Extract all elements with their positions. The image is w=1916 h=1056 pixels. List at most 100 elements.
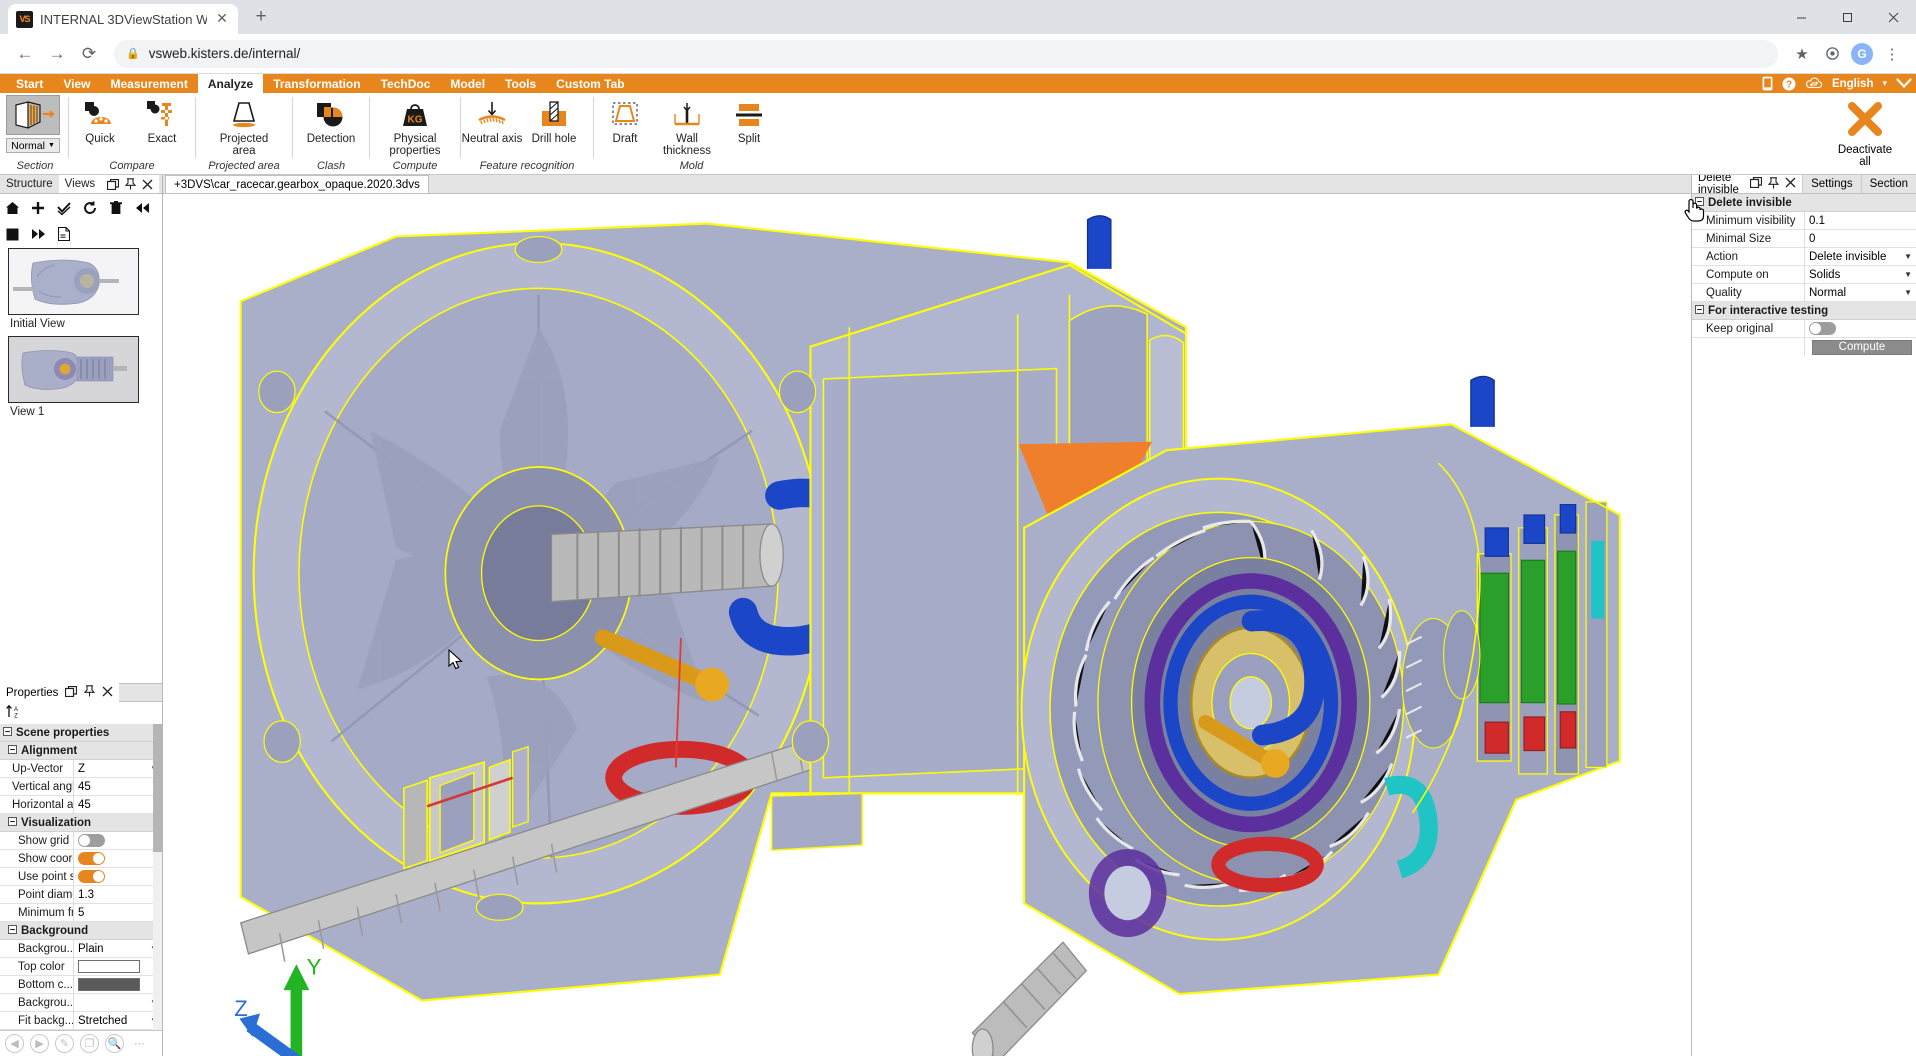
prop-group-visualization[interactable]: Visualization	[0, 814, 162, 832]
prop-row-action[interactable]: Action Delete invisible ▼	[1692, 247, 1916, 266]
refresh-icon[interactable]	[82, 200, 98, 216]
prop-value-select[interactable]: Delete invisible ▼	[1804, 247, 1916, 266]
float-icon[interactable]	[65, 685, 78, 700]
properties-title-tab[interactable]: Properties	[0, 683, 120, 702]
prop-row-keep-original[interactable]: Keep original	[1692, 319, 1916, 338]
new-tab-button[interactable]: +	[248, 4, 274, 30]
ribbon-tab-tools[interactable]: Tools	[495, 74, 546, 93]
close-icon[interactable]: ✕	[214, 11, 230, 27]
detection-button[interactable]: Detection	[300, 93, 362, 160]
zoom-icon[interactable]: 🔍	[105, 1034, 124, 1053]
prop-row-minimum-visibility[interactable]: Minimum visibility 0.1	[1692, 211, 1916, 230]
physical-properties-button[interactable]: KG Physical properties	[384, 93, 446, 160]
view-thumbnail-initial[interactable]	[8, 248, 139, 315]
sort-az-icon[interactable]: AZ	[5, 704, 21, 722]
prop-row-minimum-framerate[interactable]: Minimum fr... 5	[0, 903, 162, 922]
neutral-axis-button[interactable]: Neutral axis	[461, 93, 523, 160]
ribbon-tab-custom[interactable]: Custom Tab	[546, 74, 634, 93]
ribbon-tab-model[interactable]: Model	[440, 74, 495, 93]
scrollbar-thumb[interactable]	[153, 724, 162, 852]
collapse-icon[interactable]	[3, 726, 12, 739]
ribbon-tab-view[interactable]: View	[53, 74, 100, 93]
collapse-icon[interactable]	[8, 924, 17, 937]
copy-icon[interactable]: ❐	[80, 1034, 99, 1053]
back-button[interactable]: ←	[10, 39, 40, 69]
prev-icon[interactable]: ◀	[5, 1034, 24, 1053]
show-grid-toggle[interactable]	[78, 834, 105, 847]
close-icon[interactable]	[102, 686, 113, 700]
document-tab[interactable]: +3DVS\car_racecar.gearbox_opaque.2020.3d…	[165, 175, 429, 193]
prop-value-select[interactable]: Stretched ▼	[73, 1011, 162, 1030]
ribbon-tab-analyze[interactable]: Analyze	[197, 74, 264, 93]
chevron-down-icon[interactable]: ▼	[1904, 270, 1912, 279]
mobile-icon[interactable]	[1762, 76, 1773, 91]
rewind-icon[interactable]	[134, 200, 150, 216]
window-close-button[interactable]	[1870, 0, 1916, 34]
prop-value-select[interactable]: Solids ▼	[1804, 265, 1916, 284]
collapse-icon[interactable]	[8, 744, 17, 757]
collapse-icon[interactable]	[8, 816, 17, 829]
chevron-down-icon[interactable]: ▼	[1904, 252, 1912, 261]
prop-value-toggle[interactable]	[1804, 319, 1916, 338]
panel-tab-section[interactable]: Section	[1860, 175, 1916, 193]
prop-group-background[interactable]: Background	[0, 922, 162, 940]
properties-scrollbar[interactable]	[153, 724, 162, 1030]
prop-row-minimal-size[interactable]: Minimal Size 0	[1692, 229, 1916, 248]
pin-icon[interactable]	[125, 178, 137, 190]
3d-viewport[interactable]: Y Z X	[163, 194, 1691, 1056]
prop-row-show-grid[interactable]: Show grid	[0, 831, 162, 850]
prop-value-toggle[interactable]	[73, 867, 162, 886]
section-mode-select[interactable]: Normal ▼	[6, 138, 60, 153]
prop-value-text[interactable]: 0.1	[1804, 211, 1916, 230]
panel-tab-settings[interactable]: Settings	[1802, 175, 1861, 193]
close-icon[interactable]	[1785, 177, 1796, 191]
collapse-icon[interactable]	[1695, 196, 1704, 209]
top-color-swatch[interactable]	[78, 960, 140, 973]
reload-button[interactable]: ⟳	[74, 39, 104, 69]
prop-row-quality[interactable]: Quality Normal ▼	[1692, 283, 1916, 302]
pin-icon[interactable]	[84, 685, 96, 700]
ribbon-tab-start[interactable]: Start	[6, 74, 53, 93]
help-icon[interactable]: ?	[1782, 77, 1796, 91]
prop-value-select[interactable]: Normal ▼	[1804, 283, 1916, 302]
prop-row-show-coordinates[interactable]: Show coord...	[0, 849, 162, 868]
prop-value-text[interactable]: 45	[73, 777, 162, 796]
plus-icon[interactable]	[30, 200, 46, 216]
prop-row-compute[interactable]: Compute	[1692, 338, 1916, 356]
browser-tab[interactable]: VS INTERNAL 3DViewStation WebVi ✕	[8, 4, 238, 34]
wall-thickness-button[interactable]: Wall thickness	[656, 93, 718, 160]
keep-original-toggle[interactable]	[1809, 322, 1836, 335]
view-thumbnail-view1[interactable]	[8, 336, 139, 403]
prop-value-select[interactable]: Plain ▼	[73, 939, 162, 958]
prop-row-up-vector[interactable]: Up-Vector Z ▼	[0, 759, 162, 778]
prop-value-toggle[interactable]	[73, 831, 162, 850]
trash-icon[interactable]	[108, 200, 124, 216]
language-label[interactable]: English	[1832, 78, 1874, 90]
prop-row-background-image[interactable]: Backgrou... ▼	[0, 993, 162, 1012]
panel-tab-views[interactable]: Views	[58, 175, 102, 193]
float-icon[interactable]	[1749, 176, 1763, 191]
float-icon[interactable]	[107, 178, 120, 190]
collapse-icon[interactable]	[1695, 304, 1704, 317]
prop-group-scene[interactable]: Scene properties	[0, 724, 162, 742]
projected-area-button[interactable]: Projected area	[213, 93, 275, 160]
minimize-button[interactable]	[1778, 0, 1824, 34]
prop-row-background-type[interactable]: Backgrou... Plain ▼	[0, 939, 162, 958]
cloud-transfer-icon[interactable]	[1805, 77, 1823, 90]
maximize-button[interactable]	[1824, 0, 1870, 34]
pdf-icon[interactable]	[56, 226, 72, 242]
chevron-down-icon[interactable]	[1896, 78, 1912, 89]
prop-value-select[interactable]: Z ▼	[73, 759, 162, 778]
ribbon-tab-transformation[interactable]: Transformation	[263, 74, 370, 93]
pin-icon[interactable]	[1767, 176, 1780, 192]
compute-button[interactable]: Compute	[1812, 339, 1912, 355]
prop-value-color[interactable]	[73, 975, 162, 994]
profile-avatar[interactable]: G	[1848, 40, 1876, 68]
ribbon-tab-techdoc[interactable]: TechDoc	[371, 74, 441, 93]
split-button[interactable]: Split	[718, 93, 780, 160]
browser-menu-icon[interactable]: ⋮	[1878, 40, 1906, 68]
prop-value-text[interactable]: 5	[73, 903, 162, 922]
bookmark-star-icon[interactable]: ★	[1788, 40, 1816, 68]
use-point-size-toggle[interactable]	[78, 870, 105, 883]
more-icon[interactable]: ⋯	[130, 1034, 149, 1053]
